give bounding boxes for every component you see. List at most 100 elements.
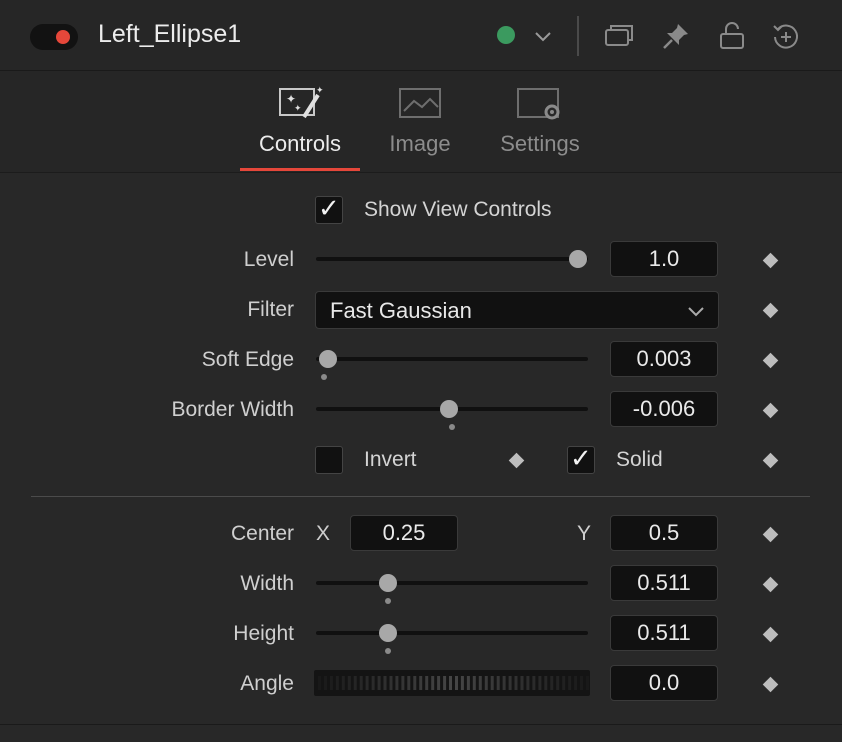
solid-keyframe-diamond[interactable]	[762, 452, 779, 469]
thumbwheel-ridge	[389, 676, 393, 690]
thumbwheel-ridge	[508, 676, 512, 690]
node-title: Left_Ellipse1	[98, 20, 242, 48]
height-slider-knob[interactable]	[379, 624, 397, 642]
panel-bottom-border	[0, 724, 842, 725]
magic-wand-icon: ✦ ✦ ✦	[279, 86, 324, 119]
tab-bar: ✦ ✦ ✦ Controls Image Settings	[0, 71, 842, 173]
level-keyframe-diamond[interactable]	[762, 252, 779, 269]
show-view-controls-label: Show View Controls	[364, 198, 552, 221]
invert-checkbox[interactable]	[315, 446, 343, 474]
thumbwheel-ridge	[466, 676, 470, 690]
width-value-field[interactable]: 0.511	[610, 565, 718, 601]
thumbwheel-ridge	[574, 676, 578, 690]
soft-edge-label: Soft Edge	[201, 348, 294, 371]
solid-checkbox[interactable]: ✓	[567, 443, 595, 474]
thumbwheel-ridge	[502, 676, 506, 690]
settings-icon	[517, 88, 560, 120]
toggle-dot	[56, 30, 70, 44]
thumbwheel-ridge	[568, 676, 572, 690]
thumbwheel-ridge	[520, 676, 524, 690]
center-y-label: Y	[577, 522, 592, 545]
thumbwheel-ridge	[347, 676, 351, 690]
thumbwheel-ridge	[407, 676, 411, 690]
show-view-controls-checkbox[interactable]: ✓	[315, 193, 343, 224]
width-slider-track[interactable]	[316, 581, 588, 585]
reset-icon[interactable]	[770, 20, 802, 52]
filter-dropdown[interactable]: Fast Gaussian	[315, 291, 719, 329]
center-label: Center	[230, 522, 294, 545]
width-keyframe-diamond[interactable]	[762, 576, 779, 593]
thumbwheel-ridge	[353, 676, 357, 690]
thumbwheel-ridge	[526, 676, 530, 690]
border-width-value-field[interactable]: -0.006	[610, 391, 718, 427]
pin-icon[interactable]	[660, 20, 692, 52]
tab-label: Controls	[259, 131, 341, 156]
thumbwheel-ridge	[371, 676, 375, 690]
chevron-down-icon	[688, 307, 704, 317]
header-divider	[577, 16, 579, 56]
thumbwheel-ridge	[455, 676, 458, 690]
border-width-keyframe-diamond[interactable]	[762, 402, 779, 419]
thumbwheel-ridge	[460, 676, 464, 690]
thumbwheel-ridge	[478, 676, 482, 690]
tab-controls[interactable]: ✦ ✦ ✦ Controls	[240, 71, 360, 172]
thumbwheel-ridge	[395, 676, 399, 690]
tab-label: Image	[389, 131, 451, 156]
height-label: Height	[233, 622, 294, 645]
level-value-field[interactable]: 1.0	[610, 241, 718, 277]
thumbwheel-ridge	[562, 676, 566, 690]
level-slider-knob[interactable]	[569, 250, 587, 268]
thumbwheel-ridge	[472, 676, 476, 690]
active-tab-indicator	[240, 168, 360, 171]
soft-edge-keyframe-diamond[interactable]	[762, 352, 779, 369]
node-color-dot[interactable]	[497, 26, 515, 44]
thumbwheel-ridge	[556, 676, 560, 690]
thumbwheel-ridge	[365, 676, 369, 690]
solid-label: Solid	[616, 448, 663, 471]
angle-value-field[interactable]: 0.0	[610, 665, 718, 701]
invert-keyframe-diamond[interactable]	[508, 452, 525, 469]
width-default-marker	[385, 598, 391, 604]
thumbwheel-ridge	[401, 676, 405, 690]
height-slider-track[interactable]	[316, 631, 588, 635]
filter-label: Filter	[247, 298, 294, 321]
chevron-down-icon[interactable]	[527, 20, 559, 52]
thumbwheel-ridge	[359, 676, 363, 690]
center-x-label: X	[316, 522, 331, 545]
lock-icon[interactable]	[716, 20, 748, 52]
windows-icon[interactable]	[603, 20, 635, 52]
thumbwheel-ridge	[341, 676, 345, 690]
thumbwheel-ridge	[484, 676, 488, 690]
angle-thumbwheel[interactable]	[314, 670, 590, 696]
thumbwheel-ridge	[318, 676, 321, 690]
thumbwheel-ridge	[437, 676, 441, 690]
height-keyframe-diamond[interactable]	[762, 626, 779, 643]
center-keyframe-diamond[interactable]	[762, 526, 779, 543]
thumbwheel-ridge	[329, 676, 333, 690]
thumbwheel-ridge	[532, 676, 536, 690]
soft-edge-slider-knob[interactable]	[319, 350, 337, 368]
center-x-field[interactable]: 0.25	[350, 515, 458, 551]
checkmark-icon: ✓	[570, 443, 592, 473]
thumbwheel-ridge	[538, 676, 542, 690]
section-divider	[31, 496, 810, 497]
border-width-label: Border Width	[171, 398, 294, 421]
checkmark-icon: ✓	[318, 193, 340, 223]
thumbwheel-ridge	[514, 676, 518, 690]
tab-image[interactable]: Image	[360, 71, 480, 172]
angle-keyframe-diamond[interactable]	[762, 676, 779, 693]
center-y-field[interactable]: 0.5	[610, 515, 718, 551]
filter-selected-value: Fast Gaussian	[330, 298, 472, 323]
svg-text:✦: ✦	[316, 86, 324, 96]
thumbwheel-ridge	[443, 676, 447, 690]
tab-settings[interactable]: Settings	[480, 71, 600, 172]
inspector-header: Left_Ellipse1	[0, 0, 842, 71]
node-enable-toggle[interactable]	[30, 24, 78, 50]
level-slider-track[interactable]	[316, 257, 588, 261]
filter-keyframe-diamond[interactable]	[762, 302, 779, 319]
border-width-slider-knob[interactable]	[440, 400, 458, 418]
soft-edge-slider-track[interactable]	[316, 357, 588, 361]
width-slider-knob[interactable]	[379, 574, 397, 592]
soft-edge-value-field[interactable]: 0.003	[610, 341, 718, 377]
height-value-field[interactable]: 0.511	[610, 615, 718, 651]
